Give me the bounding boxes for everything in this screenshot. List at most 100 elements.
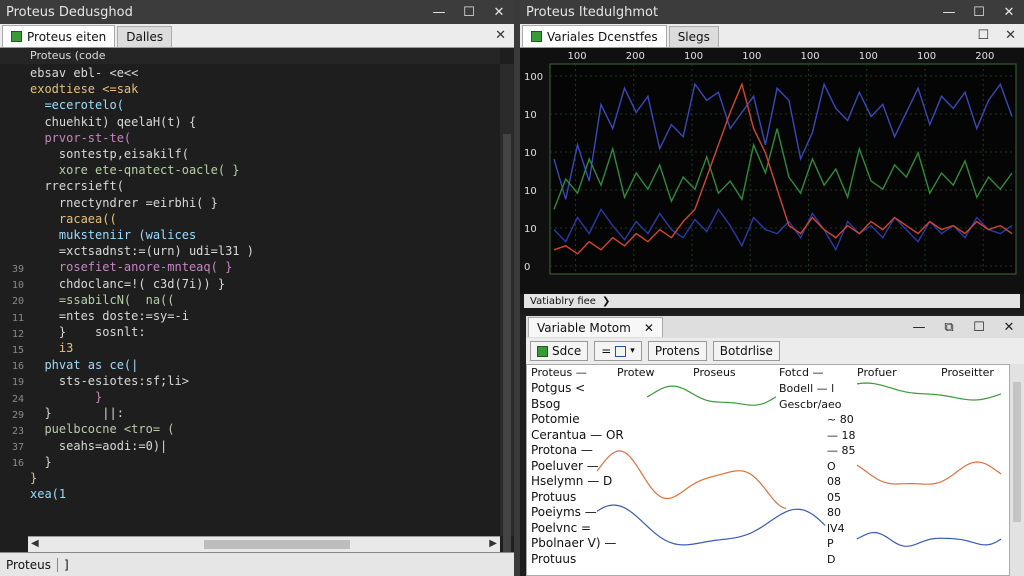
maximize-pane-icon[interactable]: ☐ — [977, 28, 993, 43]
code-line[interactable]: } — [30, 390, 102, 405]
tab-dalles[interactable]: Dalles — [117, 26, 173, 47]
scroll-thumb[interactable] — [1013, 382, 1021, 522]
variable-name[interactable]: Poeiyms — — [531, 505, 597, 520]
tab-label: Variales Dcenstfes — [547, 29, 658, 44]
code-line[interactable]: muksteniir (walices — [30, 228, 196, 243]
code-line[interactable]: prvor-st-te( — [30, 131, 131, 146]
variable-name[interactable]: Cerantua — OR — [531, 428, 624, 443]
code-line[interactable]: rosefiet-anore-mnteaq( } — [30, 260, 232, 275]
breadcrumb: Proteus (code — [0, 48, 500, 64]
protens-button[interactable]: Protens — [647, 341, 707, 361]
maximize-button[interactable]: ☐ — [964, 5, 994, 20]
code-line[interactable]: exodtiese <=sak — [30, 82, 138, 97]
code-line[interactable]: } — [30, 471, 37, 486]
scroll-left-icon[interactable]: ◀ — [31, 538, 39, 549]
tab-proteus-eiten[interactable]: Proteus eiten — [2, 25, 116, 47]
code-line[interactable]: =xctsadnst:=(urn) udi=l31 ) — [30, 244, 254, 259]
column-header[interactable]: Profuer — [857, 365, 897, 381]
code-line[interactable]: xore ete-qnatect-oacle( } — [30, 163, 240, 178]
code-line[interactable]: racaea(( — [30, 212, 117, 227]
maximize-button[interactable]: ☐ — [964, 320, 994, 335]
column-header[interactable]: Protew — [617, 365, 655, 381]
code-line[interactable]: chdoclanc=!( c3d(7i)) } — [30, 277, 225, 292]
code-line[interactable]: puelbcocne <tro= ( — [30, 422, 174, 437]
code-line[interactable]: sontestp,eisakilf( — [30, 147, 189, 162]
code-line[interactable]: ebsav ebl- <e<< — [30, 66, 138, 81]
variable-name[interactable]: Potgus < — [531, 381, 585, 396]
code-line[interactable]: rnectyndrer =eirbhi( } — [30, 196, 218, 211]
code-line[interactable]: sts-esiotes:sf;li> — [30, 374, 189, 389]
code-line[interactable]: } sosnlt: — [30, 325, 146, 340]
code-line[interactable]: chuehkit) qeelaH(t) { — [30, 115, 196, 130]
sparkline-orange — [596, 450, 787, 510]
scroll-thumb[interactable] — [204, 540, 350, 549]
scroll-right-icon[interactable]: ▶ — [489, 538, 497, 549]
variable-name[interactable]: Pbolnaer V) — — [531, 536, 616, 551]
close-button[interactable]: ✕ — [484, 5, 514, 20]
code-line[interactable]: =ntes doste:=sy=-i — [30, 309, 189, 324]
variable-table[interactable]: Proteus — Protew Proseus Fotcd — Profuer Pros… — [526, 364, 1010, 576]
sdce-button[interactable]: Sdce — [530, 341, 589, 361]
tab-variales[interactable]: Variales Dcenstfes — [522, 25, 667, 47]
close-tab-icon[interactable]: ✕ — [1005, 28, 1024, 43]
variable-name[interactable]: Bsog — [531, 397, 560, 412]
close-button[interactable]: ✕ — [994, 5, 1024, 20]
minimize-button[interactable]: — — [424, 5, 454, 20]
minimize-button[interactable]: — — [934, 5, 964, 20]
scroll-thumb[interactable] — [503, 134, 511, 554]
line-number: 15 — [11, 345, 24, 356]
variable-name[interactable]: Poelvnc = — [531, 521, 591, 536]
waveform-chart[interactable]: 100 200 100 100 100 100 100 200100101010100 — [520, 48, 1024, 294]
variable-name[interactable]: Protuus — [531, 490, 576, 505]
minimize-button[interactable]: — — [904, 320, 934, 335]
tab-slegs[interactable]: Slegs — [668, 26, 719, 47]
variable-value: lV4 — [827, 521, 845, 535]
code-line[interactable]: phvat as ce(| — [30, 358, 138, 373]
x-tick-label: 100 — [684, 51, 703, 62]
code-line[interactable]: } — [30, 455, 51, 470]
code-line[interactable]: seahs=aodi:=0)| — [30, 439, 167, 454]
close-tab-icon[interactable]: ✕ — [644, 321, 654, 335]
horizontal-scrollbar[interactable]: ◀ ▶ — [28, 536, 500, 552]
vertical-scrollbar[interactable] — [500, 64, 514, 554]
y-tick-label: 10 — [524, 148, 537, 159]
editor-window: Proteus Dedusghod — ☐ ✕ Proteus eiten Da… — [0, 0, 514, 576]
code-line[interactable]: } ||: — [30, 406, 123, 421]
plot-window: Proteus Itedulghmot — ☐ ✕ Variales Dcens… — [520, 0, 1024, 314]
code-line[interactable]: xea(1 — [30, 487, 66, 502]
variable-name[interactable]: Protuus — [531, 552, 576, 567]
variable-name[interactable]: Potomie — [531, 412, 580, 427]
code-line[interactable]: i3 — [30, 341, 73, 356]
view-select[interactable]: = ▾ — [594, 341, 642, 361]
variable-value: — 85 — [827, 444, 856, 457]
code-line[interactable]: rrecrsieft( — [30, 179, 123, 194]
maximize-button[interactable]: ☐ — [454, 5, 484, 20]
variable-value: P — [827, 537, 834, 550]
column-header[interactable]: Proseitter — [941, 365, 994, 381]
botdrlise-button[interactable]: Botdrlise — [712, 341, 780, 361]
monitor-toolbar: Sdce = ▾ Protens Botdrlise — [526, 338, 1024, 364]
code-line[interactable]: =ssabilcN( na(( — [30, 293, 175, 308]
variable-name[interactable]: Hselymn — D — [531, 474, 612, 489]
variable-name[interactable]: Protona — — [531, 443, 593, 458]
close-tab-icon[interactable]: ✕ — [495, 28, 514, 43]
code-editor[interactable]: ebsav ebl- <e<< exodtiese <=sak =ecerotel… — [30, 64, 500, 536]
editor-titlebar: Proteus Dedusghod — ☐ ✕ — [0, 0, 514, 24]
column-header[interactable]: Proteus — — [531, 365, 587, 381]
restore-button[interactable]: ⧉ — [934, 320, 964, 335]
code-line[interactable]: =ecerotelo( — [30, 98, 123, 113]
status-arrow-icon[interactable]: ❯ — [602, 296, 610, 307]
variable-value: ~ 80 — [827, 413, 854, 426]
plot-status-bar: Vatiablry fiee ❯ — [524, 294, 1020, 308]
tab-label: Slegs — [677, 30, 710, 44]
column-header[interactable]: Proseus — [693, 365, 736, 381]
column-header[interactable]: Fotcd — — [779, 365, 824, 381]
table-icon — [537, 345, 548, 357]
close-button[interactable]: ✕ — [994, 320, 1024, 335]
file-icon — [11, 31, 22, 42]
line-number: 20 — [11, 296, 24, 308]
plot-area[interactable]: 100 200 100 100 100 100 100 200 100 10 10 10 10 0 — [520, 48, 1024, 294]
vertical-scrollbar[interactable] — [1010, 364, 1024, 576]
tab-variable-motom[interactable]: Variable Motom ✕ — [528, 317, 663, 337]
variable-name[interactable]: Poeluver — — [531, 459, 599, 474]
